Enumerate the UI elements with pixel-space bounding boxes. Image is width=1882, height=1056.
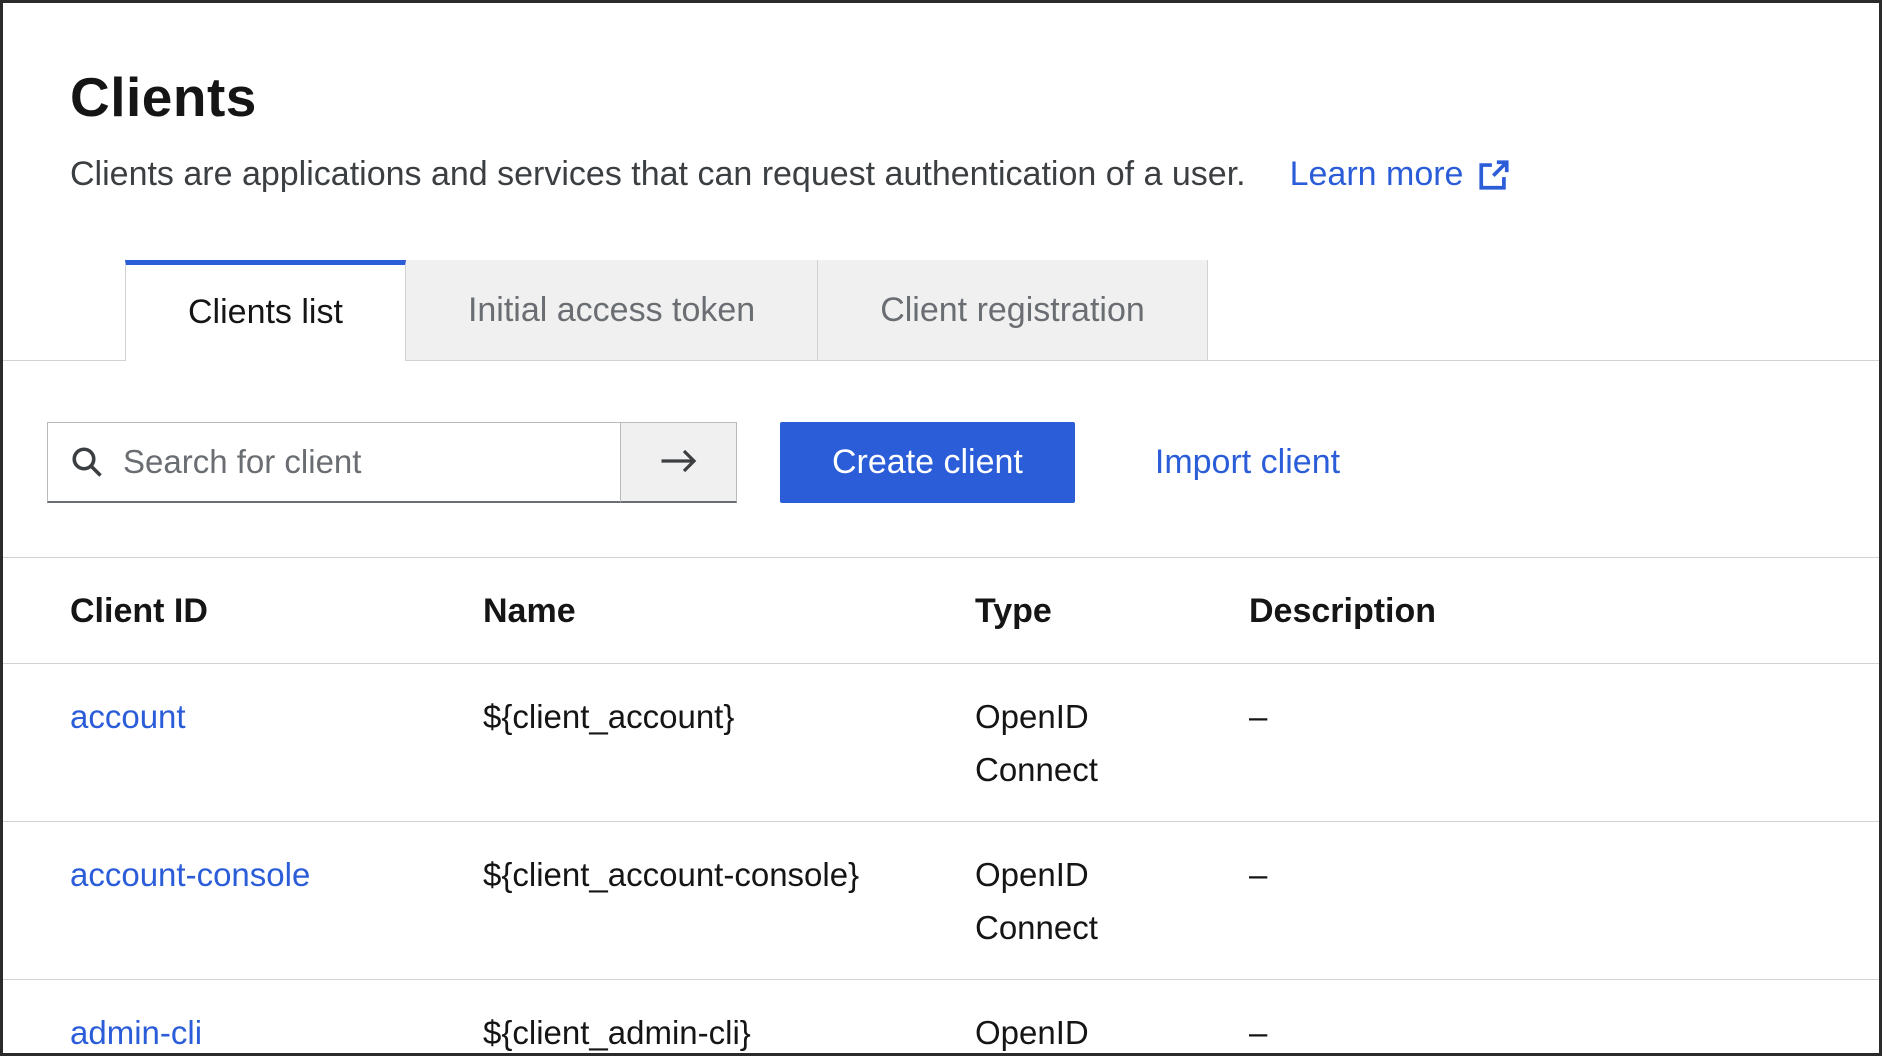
search-group — [47, 422, 737, 503]
cell-client-id: account-console — [3, 822, 483, 980]
cell-client-id: admin-cli — [3, 980, 483, 1056]
search-input[interactable] — [47, 422, 621, 503]
cell-name: ${client_account-console} — [483, 822, 975, 980]
tab-client-registration[interactable]: Client registration — [818, 260, 1208, 360]
column-header-description: Description — [1249, 558, 1879, 664]
table-row: account ${client_account} OpenID Connect… — [3, 664, 1879, 822]
cell-type-text: OpenID Connect — [975, 1006, 1155, 1056]
cell-type-text: OpenID Connect — [975, 848, 1155, 954]
tab-clients-list[interactable]: Clients list — [125, 260, 406, 360]
create-client-button[interactable]: Create client — [780, 422, 1075, 503]
cell-name: ${client_admin-cli} — [483, 980, 975, 1056]
page-title: Clients — [70, 65, 1812, 129]
import-client-link[interactable]: Import client — [1155, 443, 1340, 482]
clients-toolbar: Create client Import client — [3, 361, 1879, 503]
cell-description: – — [1249, 822, 1879, 980]
column-header-type: Type — [975, 558, 1249, 664]
client-link-admin-cli[interactable]: admin-cli — [70, 1014, 202, 1051]
tab-clients-list-label: Clients list — [188, 293, 343, 332]
clients-page: Clients Clients are applications and ser… — [0, 0, 1882, 1056]
learn-more-label: Learn more — [1290, 155, 1464, 194]
cell-type-text: OpenID Connect — [975, 690, 1155, 796]
page-subtitle: Clients are applications and services th… — [70, 155, 1246, 194]
column-header-name: Name — [483, 558, 975, 664]
learn-more-link[interactable]: Learn more — [1290, 155, 1512, 194]
tabs-bar: Clients list Initial access token Client… — [3, 260, 1879, 361]
client-link-account[interactable]: account — [70, 698, 186, 735]
tab-client-registration-label: Client registration — [880, 291, 1145, 330]
search-submit-button[interactable] — [621, 422, 737, 503]
cell-type: OpenID Connect — [975, 664, 1249, 822]
page-subtitle-row: Clients are applications and services th… — [70, 155, 1812, 194]
tab-initial-access-token[interactable]: Initial access token — [406, 260, 818, 360]
column-header-client-id: Client ID — [3, 558, 483, 664]
table-row: account-console ${client_account-console… — [3, 822, 1879, 980]
tab-initial-access-token-label: Initial access token — [468, 291, 755, 330]
table-row: admin-cli ${client_admin-cli} OpenID Con… — [3, 980, 1879, 1056]
table-header-row: Client ID Name Type Description — [3, 558, 1879, 664]
cell-description: – — [1249, 980, 1879, 1056]
cell-type: OpenID Connect — [975, 822, 1249, 980]
external-link-icon — [1477, 158, 1511, 192]
clients-table-wrap: Client ID Name Type Description account … — [3, 557, 1879, 1056]
client-link-account-console[interactable]: account-console — [70, 856, 310, 893]
cell-client-id: account — [3, 664, 483, 822]
cell-type: OpenID Connect — [975, 980, 1249, 1056]
search-box — [47, 422, 621, 503]
clients-table: Client ID Name Type Description account … — [3, 558, 1879, 1056]
cell-name: ${client_account} — [483, 664, 975, 822]
page-header: Clients Clients are applications and ser… — [3, 3, 1879, 194]
cell-description: – — [1249, 664, 1879, 822]
arrow-right-icon — [657, 446, 701, 479]
